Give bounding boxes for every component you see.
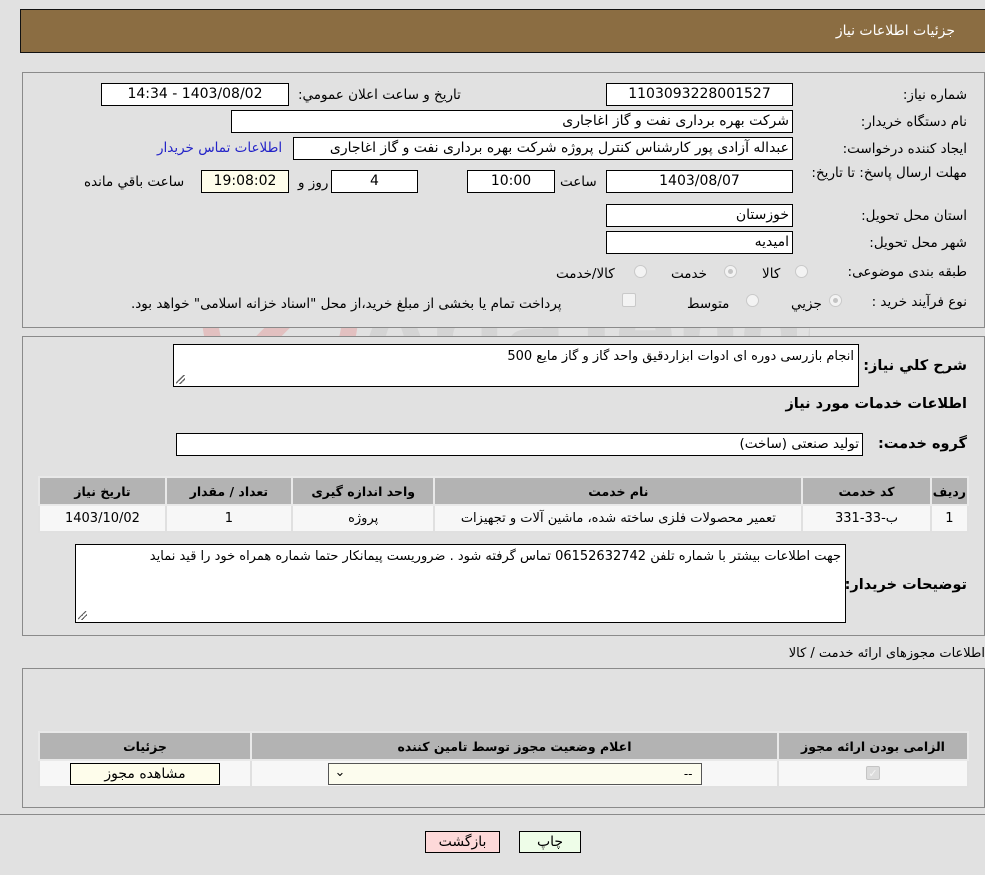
print-button[interactable]: چاپ [519,831,581,853]
category-radio-service[interactable] [724,265,737,278]
service-group-field: تولید صنعتی (ساخت) [176,433,863,456]
process-radio-minor[interactable] [829,294,842,307]
creator-label: ایجاد کننده درخواست: [842,141,967,157]
category-label: طبقه بندی موضوعی: [847,264,967,280]
announce-date-field: 1403/08/02 - 14:34 [101,83,289,106]
permits-table-header: الزامی بودن ارائه مجوز اعلام وضعیت مجوز … [38,731,969,761]
services-table: ردیف کد خدمت نام خدمت واحد اندازه گیری ت… [38,476,970,533]
buyer-contact-link[interactable]: اطلاعات تماس خریدار [157,140,282,156]
deadline-time-field: 10:00 [467,170,555,193]
category-service-label: خدمت [671,266,707,282]
deadline-time-label: ساعت [560,174,597,190]
back-button[interactable]: بازگشت [425,831,500,853]
announce-date-label: تاريخ و ساعت اعلان عمومي: [298,87,461,103]
deadline-label: مهلت ارسال پاسخ: تا تاریخ: [811,165,967,181]
province-field: خوزستان [606,204,793,227]
col-row-number: ردیف [929,476,970,506]
col-unit: واحد اندازه گیری [290,476,436,506]
cell-permit-required: ✓ [777,759,969,788]
col-permit-status: اعلام وضعیت مجوز توسط تامین کننده [250,731,779,761]
deadline-date-field: 1403/08/07 [606,170,793,193]
category-radio-goods[interactable] [795,265,808,278]
cell-service-name: تعمیر محصولات فلزی ساخته شده، ماشین آلات… [433,504,804,533]
days-label: روز و [298,175,329,191]
need-number-field: 1103093228001527 [606,83,793,106]
treasury-checkbox[interactable] [622,293,636,307]
category-goods-label: کالا [762,266,781,282]
process-label: نوع فرآیند خرید : [871,294,967,310]
process-medium-label: متوسط [687,296,730,312]
description-textarea[interactable]: انجام بازرسی دوره ای ادوات ابزاردقیق واح… [173,344,859,387]
cell-quantity: 1 [164,504,293,533]
col-need-date: تاریخ نیاز [38,476,167,506]
province-label: استان محل تحویل: [861,208,967,224]
need-number-label: شماره نیاز: [902,87,967,103]
service-group-label: گروه خدمت: [877,436,967,452]
creator-field: عبداله آزادی پور کارشناس کنترل پروژه شرک… [293,137,793,160]
permit-status-value: -- [683,766,693,781]
table-row: ✓ -- ⌄ مشاهده مجوز [38,759,969,788]
divider [0,814,985,815]
cell-need-date: 1403/10/02 [38,504,167,533]
table-row: 1 ب-33-331 تعمیر محصولات فلزی ساخته شده،… [38,504,970,533]
treasury-note: پرداخت تمام یا بخشی از مبلغ خرید،از محل … [131,296,562,312]
process-minor-label: جزيي [791,296,822,312]
time-remaining-label: ساعت باقي مانده [84,174,185,190]
cell-permit-details: مشاهده مجوز [38,759,252,788]
col-permit-required: الزامی بودن ارائه مجوز [777,731,969,761]
view-permit-button[interactable]: مشاهده مجوز [70,762,220,785]
permits-heading: اطلاعات مجوزهای ارائه خدمت / کالا [788,646,985,661]
city-field: امیدیه [606,231,793,254]
buyer-notes-textarea[interactable]: جهت اطلاعات بیشتر با شماره تلفن 06152632… [75,544,846,623]
buyer-org-label: نام دستگاه خریدار: [860,114,967,130]
buyer-notes-text: جهت اطلاعات بیشتر با شماره تلفن 06152632… [149,549,841,564]
cell-permit-status: -- ⌄ [250,759,779,788]
time-remaining-field: 19:08:02 [201,170,289,193]
description-label: شرح کلي نياز: [863,358,967,374]
resize-grip-icon[interactable] [78,611,87,620]
services-heading: اطلاعات خدمات مورد نياز [785,396,967,412]
cell-row-number: 1 [929,504,970,533]
cell-service-code: ب-33-331 [801,504,932,533]
page-title: جزئیات اطلاعات نیاز [835,23,955,39]
buyer-notes-label: توضیحات خریدار: [844,577,967,593]
category-radio-goods-service[interactable] [634,265,647,278]
col-service-code: کد خدمت [801,476,932,506]
services-table-header: ردیف کد خدمت نام خدمت واحد اندازه گیری ت… [38,476,970,506]
col-service-name: نام خدمت [433,476,804,506]
buyer-org-field: شرکت بهره برداری نفت و گاز اغاجاری [231,110,793,133]
col-quantity: تعداد / مقدار [164,476,293,506]
city-label: شهر محل تحویل: [869,235,967,251]
permit-status-select[interactable]: -- ⌄ [327,762,702,785]
col-permit-details: جزئیات [38,731,252,761]
process-radio-medium[interactable] [746,294,759,307]
cell-unit: پروژه [290,504,436,533]
days-remaining-field: 4 [331,170,418,193]
chevron-down-icon: ⌄ [334,764,346,780]
resize-grip-icon[interactable] [176,375,185,384]
permit-required-checkbox[interactable]: ✓ [866,766,880,780]
category-goods-service-label: کالا/خدمت [556,266,615,282]
permits-table: الزامی بودن ارائه مجوز اعلام وضعیت مجوز … [38,731,969,788]
description-text: انجام بازرسی دوره ای ادوات ابزاردقیق واح… [507,349,854,364]
